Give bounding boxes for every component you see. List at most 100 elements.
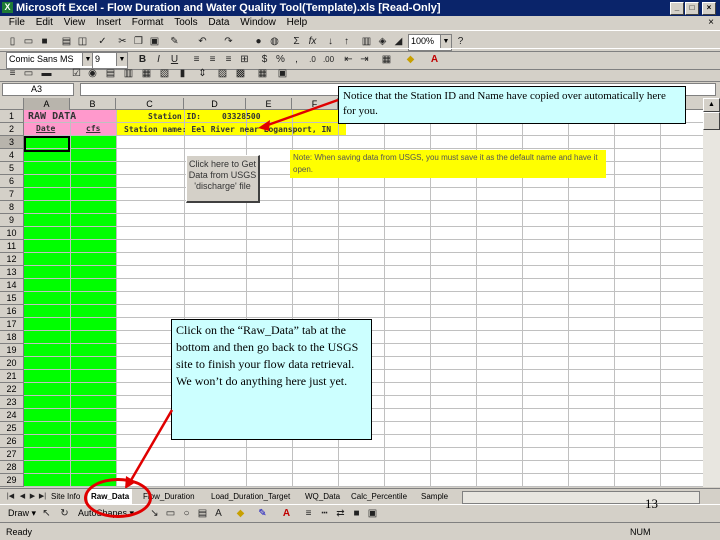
form-combo-icon[interactable]: ▥ (122, 67, 135, 80)
align-left-icon[interactable]: ≡ (190, 53, 203, 66)
tab-calc-percentile[interactable]: Calc_Percentile (348, 489, 410, 504)
select-all-corner[interactable] (0, 98, 24, 110)
decrease-indent-icon[interactable]: ⇤ (342, 53, 355, 66)
horizontal-scrollbar[interactable] (462, 491, 700, 504)
column-header-d[interactable]: D (184, 98, 246, 110)
sort-asc-icon[interactable]: ↓ (324, 35, 337, 48)
chevron-down-icon[interactable]: ▼ (116, 53, 127, 66)
form-checkbox-icon[interactable]: ☑ (70, 67, 83, 80)
menu-format[interactable]: Format (132, 16, 164, 30)
align-center-icon[interactable]: ≡ (206, 53, 219, 66)
font-color-icon[interactable]: A (428, 53, 441, 66)
sort-desc-icon[interactable]: ↑ (340, 35, 353, 48)
form-combolist-icon[interactable]: ▦ (140, 67, 153, 80)
row-header[interactable]: 5 (0, 162, 24, 175)
percent-button[interactable]: % (274, 53, 287, 66)
vertical-scrollbar[interactable]: ▲ (703, 98, 720, 487)
tab-site-info[interactable]: Site Info (48, 489, 83, 504)
column-header-f[interactable]: F (292, 98, 338, 110)
get-usgs-data-button[interactable]: Click here to Get Data from USGS 'discha… (186, 155, 260, 203)
row-header[interactable]: 22 (0, 383, 24, 396)
3d-icon[interactable]: ▣ (366, 507, 379, 520)
doc-close-icon[interactable]: × (708, 16, 714, 30)
select-objects-icon[interactable]: ↖ (40, 507, 53, 520)
row-header[interactable]: 24 (0, 409, 24, 422)
save-icon[interactable]: ■ (38, 35, 51, 48)
autosum-icon[interactable]: Σ (290, 35, 303, 48)
row-header[interactable]: 7 (0, 188, 24, 201)
row-header[interactable]: 25 (0, 422, 24, 435)
form-properties-icon[interactable]: ▨ (216, 67, 229, 80)
copy-icon[interactable]: ❐ (132, 35, 145, 48)
scroll-thumb[interactable] (703, 112, 720, 130)
row-header[interactable]: 3 (0, 136, 24, 149)
spelling-icon[interactable]: ✓ (96, 35, 109, 48)
form-option-icon[interactable]: ◉ (86, 67, 99, 80)
form-grid-icon[interactable]: ▦ (256, 67, 269, 80)
align-right-icon[interactable]: ≡ (222, 53, 235, 66)
tab-raw-data[interactable]: Raw_Data (88, 489, 133, 504)
borders-icon[interactable]: ▦ (380, 53, 393, 66)
row-header[interactable]: 6 (0, 175, 24, 188)
preview-icon[interactable]: ◫ (76, 35, 89, 48)
row-header[interactable]: 15 (0, 292, 24, 305)
row-header[interactable]: 12 (0, 253, 24, 266)
form-dropdown-icon[interactable]: ▧ (158, 67, 171, 80)
undo-icon[interactable]: ↶ (196, 35, 209, 48)
row-header[interactable]: 9 (0, 214, 24, 227)
draw-font-color-icon[interactable]: A (280, 507, 293, 520)
arrow-style-icon[interactable]: ⇄ (334, 507, 347, 520)
minimize-icon[interactable]: _ (670, 2, 684, 15)
dash-style-icon[interactable]: ┅ (318, 507, 331, 520)
form-label-icon[interactable]: ≡ (6, 67, 19, 80)
row-header[interactable]: 13 (0, 266, 24, 279)
textbox-tool-icon[interactable]: ▤ (196, 507, 209, 520)
scroll-up-icon[interactable]: ▲ (703, 98, 720, 112)
chart-wizard-icon[interactable]: ▥ (360, 35, 373, 48)
format-painter-icon[interactable]: ✎ (168, 35, 181, 48)
map-icon[interactable]: ◈ (376, 35, 389, 48)
underline-button[interactable]: U (168, 53, 181, 66)
tab-wq-data[interactable]: WQ_Data (302, 489, 343, 504)
drawing-icon[interactable]: ◢ (392, 35, 405, 48)
row-header[interactable]: 27 (0, 448, 24, 461)
form-code-icon[interactable]: ▩ (234, 67, 247, 80)
increase-indent-icon[interactable]: ⇥ (358, 53, 371, 66)
cut-icon[interactable]: ✂ (116, 35, 129, 48)
shadow-icon[interactable]: ■ (350, 507, 363, 520)
row-header[interactable]: 26 (0, 435, 24, 448)
row-header[interactable]: 28 (0, 461, 24, 474)
row-header[interactable]: 14 (0, 279, 24, 292)
menu-view[interactable]: View (64, 16, 86, 30)
tab-sample[interactable]: Sample (418, 489, 451, 504)
menu-data[interactable]: Data (208, 16, 229, 30)
arrow-tool-icon[interactable]: ↘ (148, 507, 161, 520)
function-icon[interactable]: fx (306, 35, 319, 48)
redo-icon[interactable]: ↷ (222, 35, 235, 48)
form-button-icon[interactable]: ▬ (40, 67, 53, 80)
web-toolbar-icon[interactable]: ◍ (268, 35, 281, 48)
row-header[interactable]: 1 (0, 110, 24, 123)
menu-window[interactable]: Window (240, 16, 276, 30)
paste-icon[interactable]: ▣ (148, 35, 161, 48)
row-header[interactable]: 21 (0, 370, 24, 383)
row-header[interactable]: 19 (0, 344, 24, 357)
currency-icon[interactable]: $ (258, 53, 271, 66)
menu-help[interactable]: Help (287, 16, 308, 30)
row-header[interactable]: 4 (0, 149, 24, 162)
selected-cell-a3[interactable] (24, 136, 70, 152)
merge-center-icon[interactable]: ⊞ (238, 53, 251, 66)
line-color-icon[interactable]: ✎ (256, 507, 269, 520)
column-header-b[interactable]: B (70, 98, 116, 110)
row-header[interactable]: 8 (0, 201, 24, 214)
menu-insert[interactable]: Insert (96, 16, 121, 30)
row-header[interactable]: 16 (0, 305, 24, 318)
row-header[interactable]: 17 (0, 318, 24, 331)
print-icon[interactable]: ▤ (60, 35, 73, 48)
italic-button[interactable]: I (152, 53, 165, 66)
autoshapes-menu[interactable]: AutoShapes ▾ (78, 508, 134, 519)
form-groupbox-icon[interactable]: ▭ (22, 67, 35, 80)
column-header-e[interactable]: E (246, 98, 292, 110)
column-header-c[interactable]: C (116, 98, 184, 110)
row-header[interactable]: 2 (0, 123, 24, 136)
